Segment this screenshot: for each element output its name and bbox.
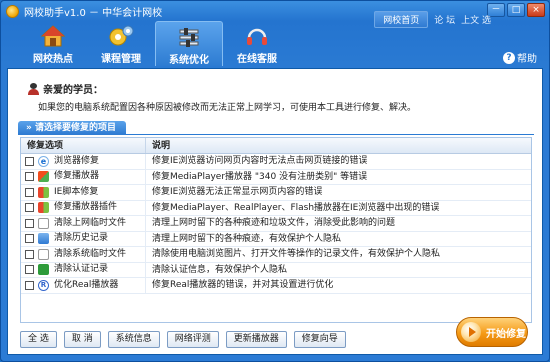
repair-table: 修复选项 说明 e 浏览器修复 修复IE浏览器访问网页内容时无法点击网页链接的错误…: [20, 137, 532, 323]
document-icon: [38, 248, 49, 260]
tab-label: 在线客服: [237, 54, 277, 65]
item-description: 清理上网时留下的各种痕迹和垃圾文件，消除受此影响的问题: [152, 218, 396, 228]
help-button[interactable]: ? 帮助: [503, 50, 537, 65]
table-row: R 优化Real播放器 修复Real播放器的错误，并对其设置进行优化: [21, 278, 531, 294]
user-icon: [28, 82, 39, 95]
action-buttons: 全 选 取 消 系统信息 网络评测 更新播放器 修复向导: [20, 331, 346, 348]
item-description: 修复MediaPlayer播放器 "340 没有注册类别" 等错误: [152, 171, 368, 182]
table-row: 清除历史记录 清理上网时留下的各种痕迹，有效保护个人隐私: [21, 231, 531, 247]
cancel-button[interactable]: 取 消: [63, 331, 101, 348]
system-info-button[interactable]: 系统信息: [107, 331, 160, 348]
forum-link[interactable]: 论 坛: [434, 13, 455, 26]
checkbox[interactable]: [25, 203, 34, 213]
network-test-button[interactable]: 网络评测: [166, 331, 219, 348]
real-player-icon: R: [38, 279, 49, 291]
ie-icon: e: [38, 155, 49, 167]
table-row: 清除认证记录 清除认证信息，有效保护个人隐私: [21, 262, 531, 278]
column-header-item: 修复选项: [21, 138, 146, 153]
intro-text: 如果您的电脑系统配置因各种原因被修改而无法正常上网学习，可使用本工具进行修复、解…: [38, 103, 417, 113]
item-description: 修复IE浏览器无法正常显示网页内容的错误: [152, 187, 323, 197]
help-icon: ?: [503, 51, 515, 64]
main-panel: 亲爱的学员： 如果您的电脑系统配置因各种原因被修改而无法正常上网学习，可使用本工…: [7, 68, 543, 355]
gears-icon: [109, 25, 134, 46]
table-row: e 浏览器修复 修复IE浏览器访问网页内容时无法点击网页链接的错误: [21, 154, 531, 170]
certificate-icon: [38, 264, 49, 276]
app-window: 网校助手v1.0 － 中华会计网校 － □ × 网校首页 论 坛 上文 选 网校…: [0, 0, 550, 362]
column-header-desc: 说明: [152, 141, 171, 151]
item-label: 浏览器修复: [54, 155, 100, 166]
school-home-link[interactable]: 网校首页: [374, 11, 429, 28]
item-description: 修复MediaPlayer、RealPlayer、Flash播放器在IE浏览器中…: [152, 202, 440, 213]
tab-hot-news[interactable]: 网校热点: [19, 21, 87, 66]
window-controls: － □ ×: [487, 3, 545, 17]
start-repair-button[interactable]: 开始修复: [456, 317, 528, 347]
top-links: 网校首页 论 坛 上文 选: [374, 11, 491, 28]
table-row: IE脚本修复 修复IE浏览器无法正常显示网页内容的错误: [21, 185, 531, 201]
item-label: 修复播放器: [54, 171, 100, 182]
item-description: 修复Real播放器的错误，并对其设置进行优化: [152, 280, 334, 290]
headset-icon: [247, 28, 267, 45]
select-all-button[interactable]: 全 选: [20, 331, 57, 348]
item-label: IE脚本修复: [54, 186, 99, 197]
start-repair-label: 开始修复: [486, 328, 526, 340]
item-label: 修复播放器插件: [54, 202, 118, 213]
item-label: 清除历史记录: [54, 233, 109, 244]
item-label: 清除认证记录: [54, 264, 109, 275]
checkbox[interactable]: [25, 218, 34, 228]
item-label: 优化Real播放器: [54, 279, 119, 290]
maximize-button[interactable]: □: [507, 3, 525, 17]
item-description: 修复IE浏览器访问网页内容时无法点击网页链接的错误: [152, 156, 368, 166]
item-label: 清除系统临时文件: [54, 248, 127, 259]
document-icon: [38, 217, 49, 229]
checkbox[interactable]: [25, 187, 34, 197]
section-header: » 请选择要修复的项目: [18, 121, 534, 135]
item-description: 清除使用电脑浏览图片、打开文件等操作的记录文件，有效保护个人隐私: [152, 249, 441, 259]
windows-icon: [38, 186, 49, 198]
tools-icon: [179, 28, 199, 47]
main-tabs: 网校热点 课程管理 系统优化 在线客服: [19, 21, 291, 66]
section-title: » 请选择要修复的项目: [18, 121, 126, 135]
help-label: 帮助: [517, 54, 537, 65]
house-icon: [40, 25, 66, 47]
greeting: 亲爱的学员：: [28, 81, 103, 96]
table-row: 清除上网临时文件 清理上网时留下的各种痕迹和垃圾文件，消除受此影响的问题: [21, 216, 531, 232]
update-player-button[interactable]: 更新播放器: [225, 331, 287, 348]
tab-label: 课程管理: [101, 54, 141, 65]
app-logo-icon: [6, 4, 19, 18]
item-description: 清理上网时留下的各种痕迹，有效保护个人隐私: [152, 233, 342, 244]
media-player-icon: [38, 171, 49, 183]
table-header: 修复选项 说明: [21, 138, 531, 154]
top-link-2[interactable]: 上文 选: [461, 13, 491, 26]
checkbox[interactable]: [25, 234, 34, 244]
close-button[interactable]: ×: [527, 3, 545, 17]
item-description: 清除认证信息，有效保护个人隐私: [152, 264, 288, 275]
item-label: 清除上网临时文件: [54, 217, 127, 228]
greeting-text: 亲爱的学员：: [43, 85, 103, 96]
repair-guide-button[interactable]: 修复向导: [293, 331, 346, 348]
table-row: 清除系统临时文件 清除使用电脑浏览图片、打开文件等操作的记录文件，有效保护个人隐…: [21, 247, 531, 263]
play-icon: [461, 322, 481, 342]
tab-label: 系统优化: [169, 55, 209, 66]
table-row: 修复播放器 修复MediaPlayer播放器 "340 没有注册类别" 等错误: [21, 169, 531, 185]
checkbox[interactable]: [25, 280, 34, 290]
checkbox[interactable]: [25, 249, 34, 259]
tab-online-service[interactable]: 在线客服: [223, 21, 291, 66]
tab-system-optimize[interactable]: 系统优化: [155, 21, 223, 66]
checkbox[interactable]: [25, 265, 34, 275]
tab-label: 网校热点: [33, 54, 73, 65]
tab-course-management[interactable]: 课程管理: [87, 21, 155, 66]
windows-icon: [38, 202, 49, 214]
history-icon: [38, 233, 49, 245]
table-row: 修复播放器插件 修复MediaPlayer、RealPlayer、Flash播放…: [21, 200, 531, 216]
checkbox[interactable]: [25, 156, 34, 166]
app-title: 网校助手v1.0 － 中华会计网校: [24, 7, 163, 19]
checkbox[interactable]: [25, 172, 34, 182]
